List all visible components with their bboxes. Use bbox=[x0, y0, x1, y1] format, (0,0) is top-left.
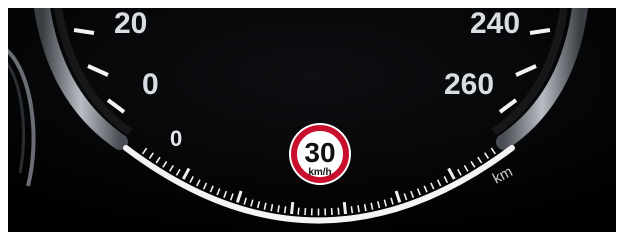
speed-label-0: 0 bbox=[142, 68, 159, 101]
gauge-minor-tick bbox=[357, 205, 360, 213]
speed-limit-value: 30 bbox=[304, 137, 335, 168]
cluster-svg: 20 0 240 260 0 km 30 km/h bbox=[8, 8, 616, 232]
instrument-cluster: 20 0 240 260 0 km 30 km/h bbox=[8, 8, 616, 232]
speed-limit-unit: km/h bbox=[308, 167, 331, 178]
gauge-minor-tick bbox=[283, 206, 287, 214]
speed-limit-sign: 30 km/h bbox=[289, 123, 351, 185]
gauge-major-tick bbox=[342, 201, 347, 215]
speed-label-20: 20 bbox=[114, 8, 147, 40]
speed-label-260: 260 bbox=[444, 68, 494, 101]
speed-label-240: 240 bbox=[470, 8, 520, 40]
gauge-minor-tick bbox=[297, 207, 300, 215]
gauge-minor-tick bbox=[350, 206, 354, 214]
gauge-minor-tick bbox=[277, 205, 280, 213]
gauge-minor-tick bbox=[337, 207, 340, 215]
gauge-major-tick bbox=[290, 201, 295, 215]
lower-gauge-zero-label: 0 bbox=[170, 126, 182, 151]
screenshot-frame: 20 0 240 260 0 km 30 km/h bbox=[0, 0, 626, 241]
